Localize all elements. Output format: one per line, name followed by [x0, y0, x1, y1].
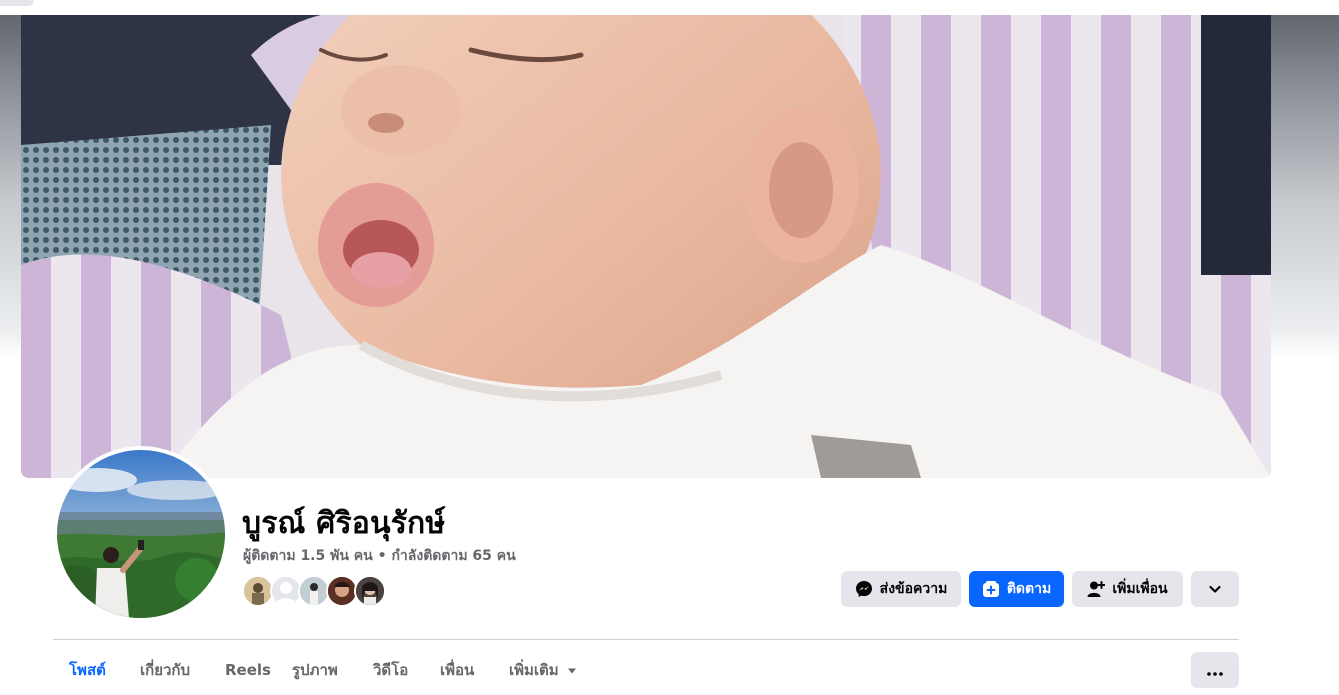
- add-friend-button[interactable]: เพิ่มเพื่อน: [1072, 571, 1183, 607]
- tab-label: เพื่อน: [440, 661, 475, 679]
- header-divider: [53, 639, 1239, 640]
- follow-button[interactable]: ติดตาม: [969, 571, 1064, 607]
- caret-down-icon: [567, 661, 577, 679]
- cover-photo-illustration: [21, 15, 1271, 478]
- add-friend-button-label: เพิ่มเพื่อน: [1112, 581, 1168, 597]
- followers-link[interactable]: ผู้ติดตาม 1.5 พัน คน: [243, 548, 373, 564]
- tab-more[interactable]: เพิ่มเติม: [509, 648, 577, 692]
- profile-menu-button[interactable]: [1191, 571, 1239, 607]
- tab-about[interactable]: เกี่ยวกับ: [140, 648, 190, 692]
- tab-label: วิดีโอ: [373, 661, 409, 679]
- more-dots-icon: [1207, 661, 1223, 680]
- tab-label: Reels: [225, 661, 271, 679]
- message-button-label: ส่งข้อความ: [879, 581, 948, 597]
- tab-videos[interactable]: วิดีโอ: [373, 648, 408, 692]
- tab-label: เกี่ยวกับ: [140, 661, 191, 679]
- profile-stats: ผู้ติดตาม 1.5 พัน คน • กำลังติดตาม 65 คน: [243, 545, 516, 567]
- chevron-down-icon: [1208, 582, 1222, 596]
- friend-avatar[interactable]: [354, 575, 386, 607]
- more-options-button[interactable]: [1191, 652, 1239, 688]
- message-button[interactable]: ส่งข้อความ: [841, 571, 961, 607]
- avatar[interactable]: [57, 450, 225, 618]
- browser-top-strip: [0, 0, 1339, 15]
- stats-separator: •: [372, 548, 392, 564]
- tab-posts[interactable]: โพสต์: [69, 648, 106, 692]
- cover-photo[interactable]: [21, 15, 1271, 478]
- follow-button-label: ติดตาม: [1006, 581, 1052, 597]
- tab-label: เพิ่มเติม: [509, 661, 559, 679]
- top-tab-edge: [0, 0, 34, 6]
- friends-avatars: [242, 575, 402, 607]
- avatar-landscape-photo: [57, 450, 225, 618]
- profile-name: บูรณ์ ศิริอนุรักษ์: [242, 506, 446, 541]
- tab-friends[interactable]: เพื่อน: [440, 648, 474, 692]
- tab-label: รูปภาพ: [292, 661, 338, 679]
- profile-tabs: โพสต์ เกี่ยวกับ Reels รูปภาพ วิดีโอ เพื่…: [53, 648, 1239, 692]
- add-friend-icon: [1087, 580, 1106, 598]
- tab-reels[interactable]: Reels: [225, 648, 271, 692]
- following-link[interactable]: กำลังติดตาม 65 คน: [391, 548, 515, 564]
- follow-icon: [982, 580, 1000, 598]
- tab-label: โพสต์: [69, 661, 106, 679]
- messenger-icon: [855, 580, 873, 598]
- tab-photos[interactable]: รูปภาพ: [292, 648, 338, 692]
